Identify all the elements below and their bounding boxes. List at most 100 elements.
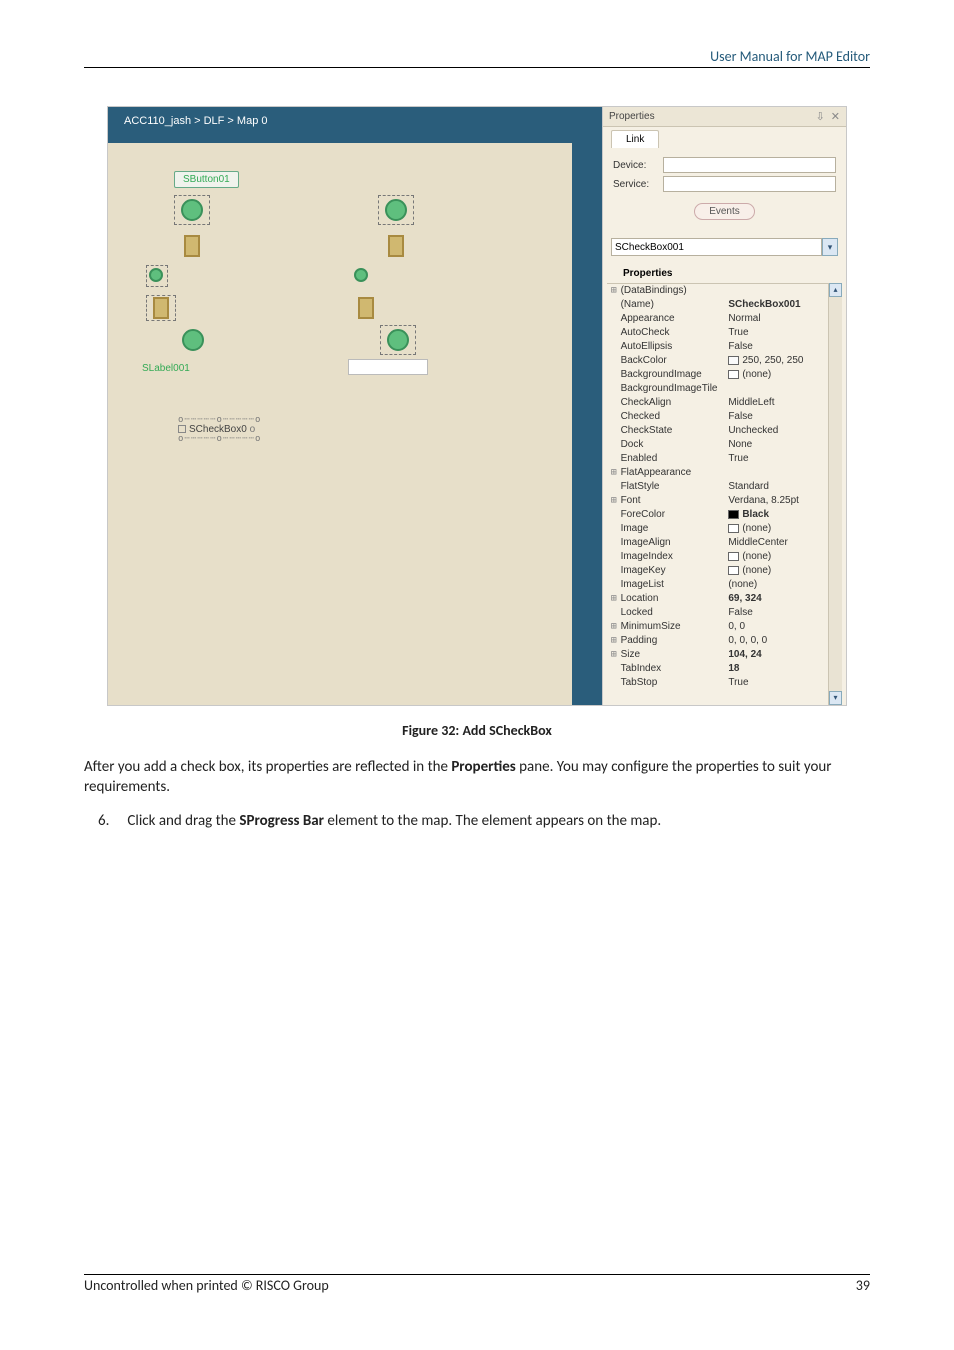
property-row[interactable]: ⊞FontVerdana, 8.25pt: [607, 494, 842, 508]
dot-icon[interactable]: [354, 268, 368, 282]
property-row[interactable]: EnabledTrue: [607, 452, 842, 466]
slabel-element[interactable]: SLabel001: [142, 363, 190, 374]
expand-icon[interactable]: [609, 340, 619, 354]
property-value[interactable]: Black: [728, 508, 838, 522]
expand-icon[interactable]: [609, 312, 619, 326]
square-icon[interactable]: [388, 235, 404, 257]
property-value[interactable]: (none): [728, 368, 838, 382]
expand-icon[interactable]: [609, 480, 619, 494]
property-row[interactable]: ImageKey(none): [607, 564, 842, 578]
property-row[interactable]: DockNone: [607, 438, 842, 452]
property-row[interactable]: BackgroundImage(none): [607, 368, 842, 382]
events-button[interactable]: Events: [694, 203, 755, 220]
expand-icon[interactable]: ⊞: [609, 466, 619, 480]
property-value[interactable]: False: [728, 340, 838, 354]
service-input[interactable]: [663, 176, 836, 192]
property-value[interactable]: 0, 0, 0, 0: [728, 634, 838, 648]
property-value[interactable]: (none): [728, 522, 838, 536]
property-value[interactable]: True: [728, 326, 838, 340]
expand-icon[interactable]: ⊞: [609, 494, 619, 508]
close-icon[interactable]: ✕: [831, 110, 840, 123]
property-row[interactable]: BackColor250, 250, 250: [607, 354, 842, 368]
property-value[interactable]: 0, 0: [728, 620, 838, 634]
expand-icon[interactable]: [609, 564, 619, 578]
property-value[interactable]: 18: [728, 662, 838, 676]
expand-icon[interactable]: [609, 424, 619, 438]
property-value[interactable]: [728, 382, 838, 396]
expand-icon[interactable]: [609, 676, 619, 690]
sbutton-element[interactable]: SButton01: [174, 171, 239, 188]
scroll-down-icon[interactable]: ▾: [829, 691, 842, 705]
expand-icon[interactable]: ⊞: [609, 620, 619, 634]
property-value[interactable]: (none): [728, 550, 838, 564]
expand-icon[interactable]: [609, 536, 619, 550]
square-icon[interactable]: [358, 297, 374, 319]
property-value[interactable]: Normal: [728, 312, 838, 326]
expand-icon[interactable]: [609, 508, 619, 522]
scrollbar[interactable]: ▴ ▾: [828, 283, 842, 705]
expand-icon[interactable]: [609, 298, 619, 312]
expand-icon[interactable]: ⊞: [609, 284, 619, 298]
property-value[interactable]: MiddleCenter: [728, 536, 838, 550]
property-value[interactable]: Verdana, 8.25pt: [728, 494, 838, 508]
property-value[interactable]: False: [728, 606, 838, 620]
property-row[interactable]: ImageList(none): [607, 578, 842, 592]
property-row[interactable]: AutoEllipsisFalse: [607, 340, 842, 354]
dot-icon[interactable]: [149, 268, 163, 282]
property-grid[interactable]: ⊞(DataBindings)(Name)SCheckBox001Appeara…: [607, 283, 842, 690]
map-canvas[interactable]: SButton01 SLabel001: [108, 143, 602, 705]
circle-icon[interactable]: [181, 199, 203, 221]
property-row[interactable]: LockedFalse: [607, 606, 842, 620]
object-combo[interactable]: ▾: [611, 238, 838, 256]
property-value[interactable]: None: [728, 438, 838, 452]
property-row[interactable]: CheckAlignMiddleLeft: [607, 396, 842, 410]
square-icon[interactable]: [184, 235, 200, 257]
expand-icon[interactable]: ⊞: [609, 648, 619, 662]
property-row[interactable]: TabStopTrue: [607, 676, 842, 690]
property-row[interactable]: AutoCheckTrue: [607, 326, 842, 340]
property-value[interactable]: False: [728, 410, 838, 424]
expand-icon[interactable]: [609, 522, 619, 536]
property-row[interactable]: (Name)SCheckBox001: [607, 298, 842, 312]
property-row[interactable]: ⊞Size104, 24: [607, 648, 842, 662]
expand-icon[interactable]: [609, 410, 619, 424]
expand-icon[interactable]: [609, 368, 619, 382]
tab-link[interactable]: Link: [611, 130, 659, 148]
property-row[interactable]: ImageIndex(none): [607, 550, 842, 564]
property-row[interactable]: ⊞MinimumSize0, 0: [607, 620, 842, 634]
expand-icon[interactable]: [609, 326, 619, 340]
expand-icon[interactable]: [609, 396, 619, 410]
property-value[interactable]: (none): [728, 578, 838, 592]
property-value[interactable]: SCheckBox001: [728, 298, 838, 312]
expand-icon[interactable]: ⊞: [609, 634, 619, 648]
property-row[interactable]: Image(none): [607, 522, 842, 536]
scroll-up-icon[interactable]: ▴: [829, 283, 842, 297]
property-value[interactable]: 104, 24: [728, 648, 838, 662]
property-value[interactable]: MiddleLeft: [728, 396, 838, 410]
property-row[interactable]: ⊞FlatAppearance: [607, 466, 842, 480]
expand-icon[interactable]: [609, 354, 619, 368]
expand-icon[interactable]: [609, 606, 619, 620]
property-value[interactable]: True: [728, 452, 838, 466]
expand-icon[interactable]: [609, 662, 619, 676]
property-row[interactable]: ⊞Padding0, 0, 0, 0: [607, 634, 842, 648]
property-value[interactable]: (none): [728, 564, 838, 578]
device-input[interactable]: [663, 157, 836, 173]
property-row[interactable]: ImageAlignMiddleCenter: [607, 536, 842, 550]
property-value[interactable]: True: [728, 676, 838, 690]
circle-icon[interactable]: [385, 199, 407, 221]
property-row[interactable]: BackgroundImageTile: [607, 382, 842, 396]
property-row[interactable]: ⊞(DataBindings): [607, 284, 842, 298]
property-value[interactable]: [728, 284, 838, 298]
expand-icon[interactable]: [609, 438, 619, 452]
scheckbox-element[interactable]: o┄┄┄┄┄o┄┄┄┄┄o SCheckBox0 o o┄┄┄┄┄o┄┄┄┄┄o: [178, 416, 261, 443]
property-row[interactable]: CheckedFalse: [607, 410, 842, 424]
slabel-box[interactable]: [348, 359, 428, 375]
expand-icon[interactable]: [609, 382, 619, 396]
property-row[interactable]: FlatStyleStandard: [607, 480, 842, 494]
pin-icon[interactable]: ⇩: [816, 110, 825, 123]
expand-icon[interactable]: [609, 550, 619, 564]
chevron-down-icon[interactable]: ▾: [822, 238, 838, 256]
property-row[interactable]: ⊞Location69, 324: [607, 592, 842, 606]
property-value[interactable]: 250, 250, 250: [728, 354, 838, 368]
